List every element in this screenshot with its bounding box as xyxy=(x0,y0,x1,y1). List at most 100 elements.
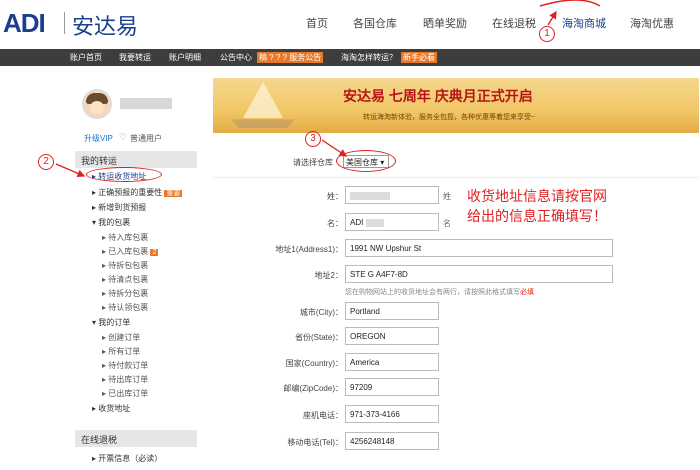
bar-howto-link[interactable]: 海淘怎样转运？ xyxy=(341,52,397,63)
level-icon: ♡ xyxy=(119,132,128,142)
nav-deals[interactable]: 海淘优惠 xyxy=(630,15,674,31)
menu-new-forecast[interactable]: ▸ 新增到货预报 xyxy=(92,202,146,213)
first-name-value: ADI xyxy=(350,218,364,227)
label-state: 省份(State)： xyxy=(294,333,343,342)
logo-cn[interactable]: 安达易 xyxy=(72,9,138,41)
avatar[interactable] xyxy=(82,89,112,119)
menu-label: 待清点包裹 xyxy=(108,275,149,284)
menu-forecast-importance[interactable]: ▸ 正确预报的重要性 重要 xyxy=(92,187,183,198)
label-last-name: 姓： xyxy=(327,192,343,201)
label-first-name: 名： xyxy=(327,219,343,228)
label-mobile: 移动电话(Tel)： xyxy=(287,438,343,447)
hint-text: 您在购物网站上的收货地址会有两行，请按照此格式填写 xyxy=(345,289,520,296)
anniversary-banner[interactable]: 安达易 七周年 庆典月正式开启 转运海淘新体验，服务全包揽，各种优惠等着您来享受… xyxy=(213,78,699,133)
menu-label: 待出库订单 xyxy=(108,375,149,384)
label-address1: 地址1(Address1)： xyxy=(275,245,343,254)
menu-create-order[interactable]: ▸ 创建订单 xyxy=(102,332,140,343)
menu-all-orders[interactable]: ▸ 所有订单 xyxy=(102,346,140,357)
bar-new-badge[interactable]: 新手必看 xyxy=(401,52,437,63)
address-hint: 您在购物网站上的收货地址会有两行，请按照此格式填写必填 xyxy=(345,287,534,297)
annotation-line1: 收货地址信息请按官网 xyxy=(467,188,607,204)
menu-label: 待拆分包裹 xyxy=(108,289,149,298)
site-header: ADI 安达易 首页 各国仓库 晒单奖励 在线退税 海淘商城 海淘优惠 xyxy=(0,0,700,48)
bar-account-details[interactable]: 账户明细 xyxy=(169,52,201,63)
label-landline: 座机电话： xyxy=(303,411,343,420)
tag-important: 重要 xyxy=(164,190,183,197)
menu-inbound[interactable]: ▸ 已入库包裹 2 xyxy=(102,246,159,257)
hint-required: 必填 xyxy=(520,289,534,296)
nav-home[interactable]: 首页 xyxy=(306,15,328,31)
menu-label: 新增到货预报 xyxy=(98,203,147,212)
avatar-face xyxy=(90,101,104,114)
marker-2: 2 xyxy=(38,154,54,170)
menu-label: 收货地址 xyxy=(98,404,131,413)
annotation-ring-select xyxy=(336,150,396,172)
input-address1[interactable]: 1991 NW Upshur St xyxy=(345,239,613,257)
input-first-name[interactable]: ADI xyxy=(345,213,439,231)
menu-label: 我的包裹 xyxy=(98,218,131,227)
menu-label: 开票信息（必读） xyxy=(98,454,163,463)
tag-count: 2 xyxy=(150,249,159,256)
nav-warehouses[interactable]: 各国仓库 xyxy=(353,15,397,31)
section-tax-refund: 在线退税 xyxy=(75,430,197,447)
menu-invoice-info[interactable]: ▸ 开票信息（必读） xyxy=(92,453,162,464)
label-zipcode: 邮编(ZipCode)： xyxy=(283,384,343,393)
input-zipcode[interactable]: 97209 xyxy=(345,378,439,396)
annotation-ring-menu xyxy=(86,167,162,182)
menu-my-orders[interactable]: ▾ 我的订单 xyxy=(92,317,130,328)
bar-account-home[interactable]: 账户首页 xyxy=(70,52,102,63)
logo-en[interactable]: ADI xyxy=(3,8,46,39)
bar-notice[interactable]: 稿 ? ? ? 服务公告 xyxy=(257,52,324,63)
nav-mall[interactable]: 海淘商城 xyxy=(562,15,606,31)
menu-pending-unpack[interactable]: ▸ 待拆包包裹 xyxy=(102,260,148,271)
nav-share-reward[interactable]: 晒单奖励 xyxy=(423,15,467,31)
input-country[interactable]: America xyxy=(345,353,439,371)
menu-pending-outbound[interactable]: ▸ 待出库订单 xyxy=(102,374,148,385)
input-address2[interactable]: STE G A4F7-8D xyxy=(345,265,613,283)
suffix-last-name: 姓 xyxy=(443,192,451,201)
logo-divider xyxy=(64,12,65,34)
top-nav: 首页 各国仓库 晒单奖励 在线退税 海淘商城 海淘优惠 xyxy=(300,15,700,33)
input-state[interactable]: OREGON xyxy=(345,327,439,345)
menu-label: 正确预报的重要性 xyxy=(98,188,163,197)
label-address2: 地址2： xyxy=(314,271,343,280)
input-city[interactable]: Portland xyxy=(345,302,439,320)
suffix-first-name: 名 xyxy=(443,219,451,228)
menu-outbound[interactable]: ▸ 已出库订单 xyxy=(102,388,148,399)
bar-forwarding[interactable]: 我要转运 xyxy=(119,52,151,63)
warehouse-label: 请选择仓库 xyxy=(293,158,333,167)
bar-announcements[interactable]: 公告中心 xyxy=(220,52,252,63)
menu-label: 已入库包裹 xyxy=(108,247,149,256)
form-divider xyxy=(213,177,699,178)
menu-shipping-address[interactable]: ▸ 收货地址 xyxy=(92,403,130,414)
menu-label: 待付款订单 xyxy=(108,361,149,370)
label-city: 城市(City)： xyxy=(299,308,343,317)
label-country: 国家(Country)： xyxy=(285,359,343,368)
menu-label: 创建订单 xyxy=(108,333,141,342)
menu-unpaid-orders[interactable]: ▸ 待付款订单 xyxy=(102,360,148,371)
menu-pending-split[interactable]: ▸ 待拆分包裹 xyxy=(102,288,148,299)
menu-label: 已出库订单 xyxy=(108,389,149,398)
input-landline[interactable]: 971-373-4166 xyxy=(345,405,439,423)
menu-label: 待入库包裹 xyxy=(108,233,149,242)
input-last-name[interactable] xyxy=(345,186,439,204)
menu-pending-claim[interactable]: ▸ 待认领包裹 xyxy=(102,302,148,313)
user-level: 普通用户 xyxy=(130,134,162,143)
banner-title: 安达易 七周年 庆典月正式开启 xyxy=(343,88,533,104)
menu-label: 我的订单 xyxy=(98,318,131,327)
menu-my-packages[interactable]: ▾ 我的包裹 xyxy=(92,217,130,228)
input-mobile[interactable]: 4256248148 xyxy=(345,432,439,450)
menu-label: 待认领包裹 xyxy=(108,303,149,312)
sail-illustration xyxy=(243,82,283,118)
marker-3: 3 xyxy=(305,131,321,147)
menu-pending-count[interactable]: ▸ 待清点包裹 xyxy=(102,274,148,285)
username-blurred xyxy=(120,98,172,109)
nav-tax-refund[interactable]: 在线退税 xyxy=(492,15,536,31)
blurred-value xyxy=(350,191,390,200)
upgrade-vip-link[interactable]: 升级VIP xyxy=(84,133,113,144)
main-content: 安达易 七周年 庆典月正式开启 转运海淘新体验，服务全包揽，各种优惠等着您来享受… xyxy=(213,78,699,470)
menu-pending-inbound[interactable]: ▸ 待入库包裹 xyxy=(102,232,148,243)
account-bar: 账户首页 我要转运 账户明细 公告中心 稿 ? ? ? 服务公告 海淘怎样转运？… xyxy=(0,49,700,66)
menu-label: 所有订单 xyxy=(108,347,141,356)
menu-label: 待拆包包裹 xyxy=(108,261,149,270)
